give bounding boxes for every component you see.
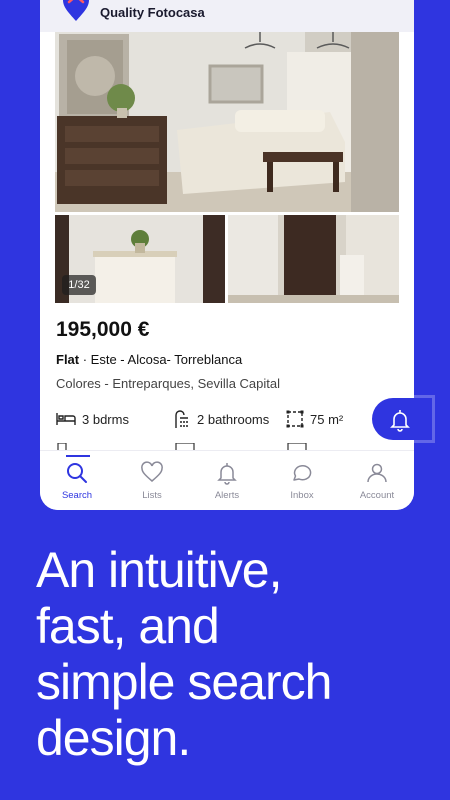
quality-badge-label: Quality Fotocasa: [100, 5, 205, 20]
shower-icon: [175, 410, 188, 428]
feature-bedrooms: 3 bdrms: [56, 408, 129, 430]
promo-line: simple search: [36, 654, 332, 710]
listing-price: 195,000 €: [56, 318, 150, 341]
search-icon: [67, 463, 87, 483]
nav-active-indicator: [66, 455, 90, 457]
feature-bathrooms: 2 bathrooms: [173, 408, 269, 430]
feature-area: 75 m²: [286, 408, 343, 430]
listing-type: Flat: [56, 352, 80, 367]
create-alert-button[interactable]: [372, 398, 432, 440]
nav-search[interactable]: Search: [40, 455, 114, 505]
nav-inbox-label: Inbox: [290, 490, 314, 501]
promo-headline: An intuitive, fast, and simple search de…: [36, 542, 436, 766]
bed-icon: [56, 413, 76, 425]
listing-title: Flat · Este - Alcosa- Torreblanca: [56, 352, 242, 367]
listing-main-photo[interactable]: [55, 32, 399, 212]
promo-line: An intuitive,: [36, 542, 282, 598]
nav-account[interactable]: Account: [340, 455, 414, 505]
quality-badge-row: Quality Fotocasa: [40, 0, 414, 32]
heart-icon: [141, 461, 163, 482]
phone-screen: Quality Fotocasa 1/32 195,000 € Flat · E…: [40, 0, 414, 510]
promo-line: design.: [36, 710, 191, 766]
listing-photo-thumbnail[interactable]: [228, 215, 399, 303]
promo-line: fast, and: [36, 598, 220, 654]
user-icon: [367, 463, 387, 483]
bottom-navigation: Search Lists Alerts Inbox Account: [40, 450, 414, 510]
listing-area-name: · Este - Alcosa- Torreblanca: [79, 352, 243, 367]
location-pin-icon: [62, 0, 90, 27]
bell-icon: [217, 463, 237, 485]
bedrooms-label: 3 bdrms: [82, 411, 129, 427]
photo-counter: 1/32: [62, 275, 96, 295]
nav-inbox[interactable]: Inbox: [265, 455, 339, 505]
chat-icon: [293, 465, 312, 481]
bell-icon: [390, 410, 410, 432]
area-label: 75 m²: [310, 411, 344, 427]
nav-alerts-label: Alerts: [214, 490, 240, 501]
listing-location: Colores - Entreparques, Sevilla Capital: [56, 376, 280, 391]
nav-search-label: Search: [61, 490, 93, 501]
nav-alerts[interactable]: Alerts: [190, 455, 264, 505]
area-icon: [286, 410, 304, 428]
bathrooms-label: 2 bathrooms: [197, 411, 270, 427]
nav-account-label: Account: [359, 490, 395, 501]
nav-lists-label: Lists: [142, 490, 162, 501]
nav-lists[interactable]: Lists: [115, 455, 189, 505]
